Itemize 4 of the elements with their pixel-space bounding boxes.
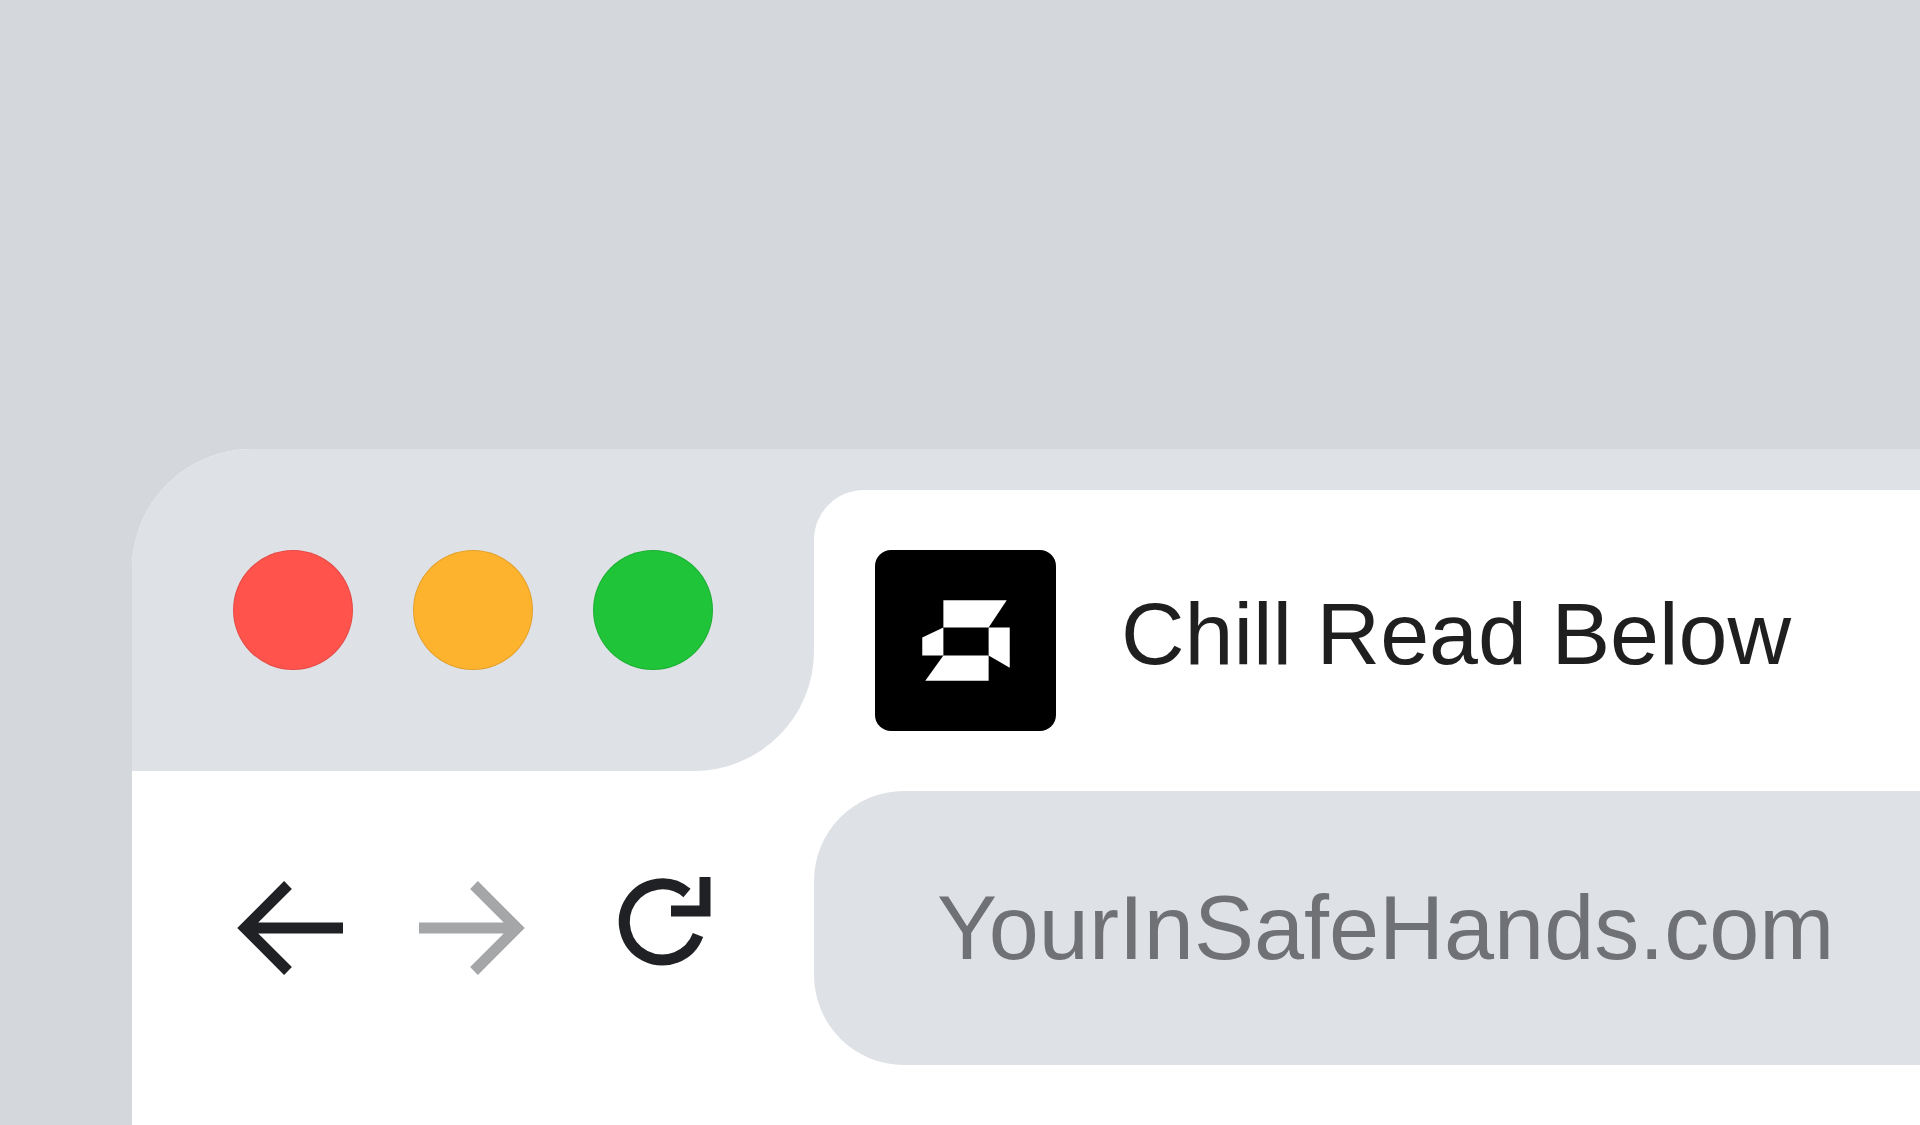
address-field[interactable]: YourInSafeHands.com: [814, 791, 1920, 1065]
browser-tab[interactable]: Chill Read Below: [814, 490, 1920, 771]
logo-icon: [875, 550, 1056, 731]
tab-title: Chill Read Below: [1121, 590, 1792, 678]
